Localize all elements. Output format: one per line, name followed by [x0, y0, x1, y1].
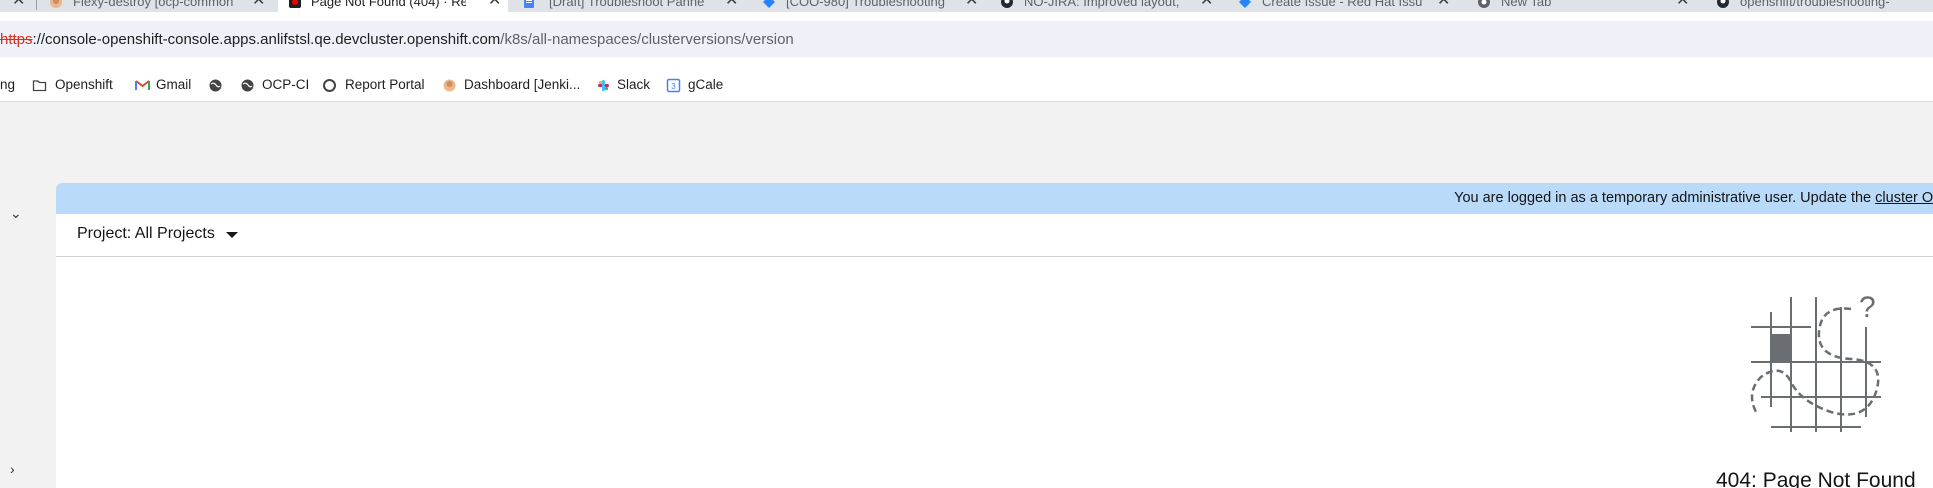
gmail-icon: [135, 80, 150, 90]
bookmark-label: Openshift: [55, 77, 113, 92]
report-portal-icon: [323, 79, 336, 92]
bookmark-slack[interactable]: Slack: [596, 74, 656, 96]
left-rail: ⌄ ›: [0, 103, 56, 488]
project-bar: Project: All Projects: [56, 214, 1933, 257]
page-title: 404: Page Not Found: [1716, 469, 1916, 488]
project-selector[interactable]: Project: All Projects: [77, 225, 215, 243]
tab-flexy-destroy[interactable]: Flexy-destroy [ocp-common ✕: [37, 0, 277, 12]
close-icon[interactable]: ✕: [12, 0, 25, 10]
admin-banner: You are logged in as a temporary adminis…: [56, 183, 1933, 214]
banner-text: You are logged in as a temporary adminis…: [1454, 190, 1933, 206]
jenkins-icon: [50, 0, 62, 8]
close-icon[interactable]: ✕: [252, 0, 265, 10]
chevron-down-icon[interactable]: ⌄: [10, 205, 22, 222]
folder-icon: [32, 80, 47, 92]
chrome-icon: [1478, 0, 1490, 8]
tab-page-not-found[interactable]: Page Not Found (404) · Red ✕: [278, 0, 508, 12]
tab-label: NO-JIRA: Improved layout,: [1024, 0, 1180, 9]
svg-text:?: ?: [1859, 291, 1876, 324]
tab-label: [COO-980] Troubleshooting: [786, 0, 945, 9]
address-bar[interactable]: https://console-openshift-console.apps.a…: [0, 21, 1933, 57]
cluster-oauth-link[interactable]: cluster OAuth: [1875, 190, 1933, 206]
bookmark-label: Slack: [617, 77, 651, 92]
bookmark-report-portal[interactable]: Report Portal: [322, 74, 432, 96]
bookmark-label: OCP-CI: [262, 77, 310, 92]
url-path: /k8s/all-namespaces/clusterversions/vers…: [500, 31, 794, 48]
tab-no-jira[interactable]: NO-JIRA: Improved layout, ✕: [990, 0, 1220, 12]
chevron-right-icon[interactable]: ›: [10, 461, 15, 477]
bookmark-gcal[interactable]: 3 gCale: [666, 74, 726, 96]
close-icon[interactable]: ✕: [725, 0, 738, 10]
globe-icon: [209, 79, 222, 92]
tab-label: Create Issue - Red Hat Issu: [1262, 0, 1423, 9]
tab-partial[interactable]: ✕: [0, 0, 30, 12]
bookmark-label: Dashboard [Jenki...: [464, 77, 581, 92]
tab-label: Page Not Found (404) · Red: [311, 0, 466, 9]
bookmark-label: ng: [0, 77, 16, 92]
bookmark-globe[interactable]: [208, 74, 226, 96]
svg-text:3: 3: [671, 82, 676, 91]
close-icon[interactable]: ✕: [1437, 0, 1450, 10]
url-scheme: https: [0, 31, 33, 48]
jira-icon: [763, 0, 775, 8]
close-icon[interactable]: ✕: [1200, 0, 1213, 10]
bookmark-gmail[interactable]: Gmail: [135, 74, 205, 96]
bookmark-label: Gmail: [156, 77, 192, 92]
page-not-found-icon: ?: [1750, 291, 1881, 432]
tab-label: Flexy-destroy [ocp-common: [73, 0, 233, 9]
tab-strip: ✕ Flexy-destroy [ocp-common ✕ Page Not F…: [0, 0, 1933, 12]
bookmark-openshift[interactable]: Openshift: [32, 74, 122, 96]
jenkins-icon: [443, 79, 456, 92]
tab-label: New Tab: [1501, 0, 1552, 9]
tab-openshift-troubleshooting[interactable]: openshift/troubleshooting-: [1706, 0, 1933, 12]
bookmark-ocp-ci[interactable]: OCP-CI: [240, 74, 315, 96]
docs-icon: [524, 0, 534, 8]
close-icon[interactable]: ✕: [965, 0, 978, 10]
close-icon[interactable]: ✕: [488, 0, 501, 10]
bookmark-label: gCale: [688, 77, 724, 92]
slack-icon: [598, 80, 609, 91]
url-text[interactable]: https://console-openshift-console.apps.a…: [0, 31, 794, 48]
github-icon: [1001, 0, 1013, 8]
jira-icon: [1239, 0, 1251, 8]
calendar-icon: 3: [666, 78, 681, 93]
url-host: ://console-openshift-console.apps.anlifs…: [32, 31, 501, 48]
console-page: ⌄ › You are logged in as a temporary adm…: [0, 103, 1933, 488]
banner-message: You are logged in as a temporary adminis…: [1454, 190, 1876, 206]
tab-draft-troubleshoot[interactable]: [Draft] Troubleshoot Panne ✕: [512, 0, 742, 12]
tab-label: openshift/troubleshooting-: [1740, 0, 1890, 9]
openshift-icon: [289, 0, 301, 8]
tab-coo-980[interactable]: [COO-980] Troubleshooting ✕: [752, 0, 982, 12]
address-toolbar: https://console-openshift-console.apps.a…: [0, 12, 1933, 74]
tab-create-issue[interactable]: Create Issue - Red Hat Issu ✕: [1228, 0, 1458, 12]
caret-down-icon[interactable]: [226, 232, 238, 238]
tab-label: [Draft] Troubleshoot Panne: [549, 0, 705, 9]
bookmarks-bar: ng Openshift Gmail OCP-CI Report Portal …: [0, 68, 1933, 102]
tab-new-tab[interactable]: New Tab ✕: [1467, 0, 1697, 12]
console-main: You are logged in as a temporary adminis…: [56, 183, 1933, 488]
bookmark-dashboard-jenkins[interactable]: Dashboard [Jenki...: [442, 74, 582, 96]
globe-icon: [241, 79, 254, 92]
close-icon[interactable]: ✕: [1676, 0, 1689, 10]
github-icon: [1717, 0, 1729, 8]
bookmark-label: Report Portal: [345, 77, 425, 92]
